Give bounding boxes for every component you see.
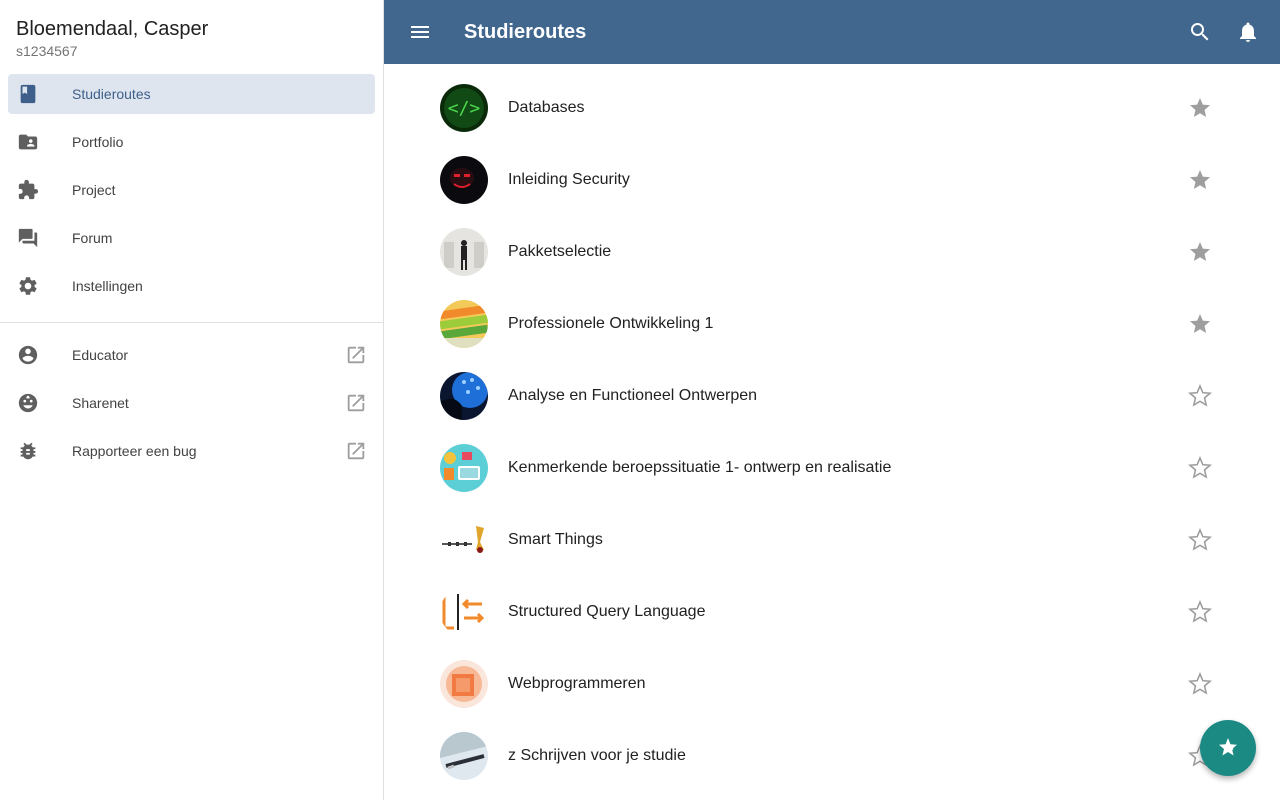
user-id: s1234567 xyxy=(16,43,78,59)
studieroutes-list: </> Databases Inleiding Security Pakkets… xyxy=(384,64,1280,800)
sidebar-item-label: Portfolio xyxy=(72,134,124,150)
user-info: Bloemendaal, Casper s1234567 xyxy=(0,0,383,66)
list-item[interactable]: Smart Things xyxy=(384,504,1280,576)
search-icon xyxy=(1191,23,1209,41)
external-nav: Educator Sharenet Rapporteer een bug xyxy=(0,323,383,471)
main-nav: Studieroutes Portfolio Project Forum Ins… xyxy=(0,74,383,306)
favorite-star-outline-icon[interactable] xyxy=(1186,382,1214,410)
route-title: Databases xyxy=(508,99,585,116)
account-circle-icon xyxy=(8,335,48,375)
favorite-star-outline-icon[interactable] xyxy=(1186,454,1214,482)
list-item[interactable]: Kenmerkende beroepssituatie 1- ontwerp e… xyxy=(384,432,1280,504)
favorite-star-icon[interactable] xyxy=(1186,94,1214,122)
route-title: Pakketselectie xyxy=(508,243,612,260)
route-thumbnail xyxy=(440,228,488,276)
sidebar-item-sharenet[interactable]: Sharenet xyxy=(8,383,375,423)
sidebar-item-studieroutes[interactable]: Studieroutes xyxy=(8,74,375,114)
list-item[interactable]: </> Databases xyxy=(384,72,1280,144)
sidebar-item-label: Educator xyxy=(72,347,129,363)
list-item[interactable]: Structured Query Language xyxy=(384,576,1280,648)
open-in-new-icon xyxy=(345,344,367,366)
favorite-star-outline-icon[interactable] xyxy=(1186,598,1214,626)
list-item[interactable]: Analyse en Functioneel Ontwerpen xyxy=(384,360,1280,432)
list-item[interactable]: z Schrijven voor je studie xyxy=(384,720,1280,792)
route-thumbnail xyxy=(440,156,488,204)
open-in-new-icon xyxy=(345,392,367,414)
route-title: Inleiding Security xyxy=(508,171,630,188)
menu-button[interactable] xyxy=(400,12,440,52)
page-title: Studieroutes xyxy=(464,20,587,43)
list-item[interactable]: Inleiding Security xyxy=(384,144,1280,216)
route-thumbnail: </> xyxy=(440,84,488,132)
bug-icon xyxy=(8,431,48,471)
list-item[interactable]: Pakketselectie xyxy=(384,216,1280,288)
forum-icon xyxy=(8,218,48,258)
appbar-actions xyxy=(1172,12,1268,52)
favorite-star-outline-icon[interactable] xyxy=(1186,670,1214,698)
favorite-star-icon[interactable] xyxy=(1186,238,1214,266)
route-thumbnail xyxy=(440,300,488,348)
route-thumbnail xyxy=(440,444,488,492)
route-title: z Schrijven voor je studie xyxy=(508,747,686,764)
navigation-drawer: Bloemendaal, Casper s1234567 Studieroute… xyxy=(0,0,384,800)
favorite-star-outline-icon[interactable] xyxy=(1186,526,1214,554)
search-button[interactable] xyxy=(1180,12,1220,52)
sidebar-item-forum[interactable]: Forum xyxy=(8,218,375,258)
route-title: Professionele Ontwikkeling 1 xyxy=(508,315,714,332)
sidebar-item-label: Forum xyxy=(72,230,113,246)
favorite-star-icon[interactable] xyxy=(1186,310,1214,338)
favorite-star-icon[interactable] xyxy=(1186,166,1214,194)
sidebar-item-label: Studieroutes xyxy=(72,86,151,102)
favorites-fab[interactable] xyxy=(1200,720,1256,776)
route-title: Smart Things xyxy=(508,531,603,548)
sidebar-item-label: Instellingen xyxy=(72,278,143,294)
route-title: Webprogrammeren xyxy=(508,675,646,692)
book-icon xyxy=(8,74,48,114)
sidebar-item-label: Rapporteer een bug xyxy=(72,443,197,459)
sidebar-item-label: Sharenet xyxy=(72,395,129,411)
user-name: Bloemendaal, Casper xyxy=(16,18,209,40)
route-title: Kenmerkende beroepssituatie 1- ontwerp e… xyxy=(508,459,892,476)
face-icon xyxy=(8,383,48,423)
route-thumbnail xyxy=(440,732,488,780)
menu-icon xyxy=(411,26,429,38)
puzzle-icon xyxy=(8,170,48,210)
route-thumbnail xyxy=(440,372,488,420)
bell-icon xyxy=(1240,22,1256,42)
route-thumbnail xyxy=(440,588,488,636)
folder-account-icon xyxy=(8,122,48,162)
list-item[interactable]: Webprogrammeren xyxy=(384,648,1280,720)
svg-text:</>: </> xyxy=(448,98,481,119)
sidebar-item-rapporteer-bug[interactable]: Rapporteer een bug xyxy=(8,431,375,471)
sidebar-item-project[interactable]: Project xyxy=(8,170,375,210)
sidebar-item-portfolio[interactable]: Portfolio xyxy=(8,122,375,162)
app-bar: Studieroutes xyxy=(384,0,1280,64)
sidebar-item-label: Project xyxy=(72,182,116,198)
sidebar-item-educator[interactable]: Educator xyxy=(8,335,375,375)
open-in-new-icon xyxy=(345,440,367,462)
list-item[interactable]: Professionele Ontwikkeling 1 xyxy=(384,288,1280,360)
route-thumbnail xyxy=(440,516,488,564)
route-title: Analyse en Functioneel Ontwerpen xyxy=(508,387,758,404)
sidebar-item-instellingen[interactable]: Instellingen xyxy=(8,266,375,306)
star-plus-icon xyxy=(1219,738,1237,756)
notifications-button[interactable] xyxy=(1228,12,1268,52)
gear-icon xyxy=(8,266,48,306)
route-thumbnail xyxy=(440,660,488,708)
route-title: Structured Query Language xyxy=(508,603,706,620)
